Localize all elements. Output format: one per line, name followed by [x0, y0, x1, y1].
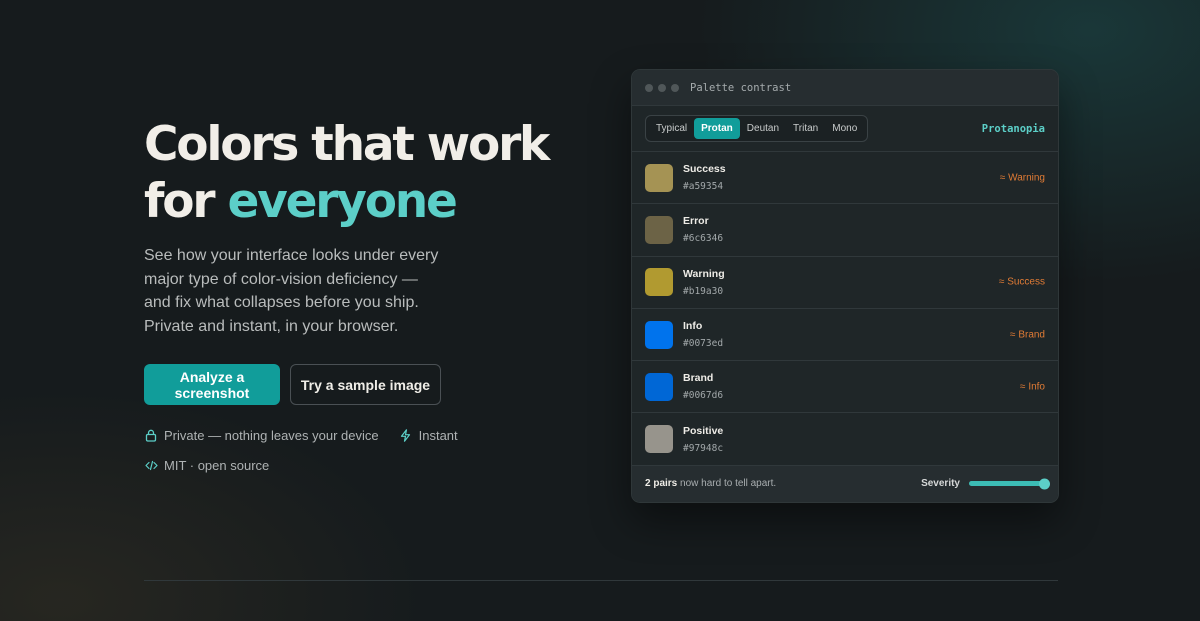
color-swatch: [645, 215, 673, 244]
feature-row: MIT · open source: [144, 457, 584, 473]
mode-tab-protan[interactable]: Protan: [694, 118, 740, 139]
panel-titlebar: Palette contrast: [632, 70, 1058, 106]
pairs-summary: 2 pairs now hard to tell apart.: [645, 478, 776, 489]
color-row-text: Info #0073ed: [683, 320, 723, 349]
color-hex: #6c6346: [683, 233, 724, 245]
color-swatch: [645, 372, 673, 401]
feature-instant-label: Instant: [418, 427, 458, 443]
severity-control: Severity: [921, 478, 1050, 490]
color-row: Success #a59354 ≈ Warning: [632, 152, 1058, 205]
severity-label: Severity: [921, 478, 960, 490]
feature-open-source-label: MIT · open source: [164, 457, 270, 473]
feature-list: Private — nothing leaves your device Ins…: [144, 427, 584, 473]
color-name: Warning: [683, 267, 725, 280]
feature-open-source: MIT · open source: [144, 458, 269, 473]
window-dot: [658, 83, 666, 92]
analyze-screenshot-button[interactable]: Analyze a screenshot: [144, 364, 280, 405]
feature-private: Private — nothing leaves your device: [144, 428, 379, 443]
hero-title-accent: everyone: [227, 174, 457, 229]
panel-toolbar: Typical Protan Deutan Tritan Mono Protan…: [632, 106, 1058, 152]
bolt-icon: [399, 428, 413, 442]
mode-tab-deutan[interactable]: Deutan: [740, 118, 786, 139]
color-swatch: [645, 268, 673, 297]
color-hex: #0067d6: [683, 390, 724, 402]
pairs-suffix: now hard to tell apart.: [677, 478, 777, 490]
color-hex: #97948c: [683, 442, 724, 454]
color-name: Info: [683, 320, 703, 333]
color-swatch: [645, 425, 673, 454]
panel-footer: 2 pairs now hard to tell apart. Severity: [632, 465, 1058, 502]
simulation-label: Protanopia: [981, 122, 1045, 135]
confusion-warning: ≈ Info: [1020, 381, 1045, 393]
hero-title-line2-prefix: for: [144, 174, 228, 229]
try-sample-image-button[interactable]: Try a sample image: [290, 364, 441, 405]
confusion-warning: ≈ Success: [998, 276, 1045, 288]
color-hex: #0073ed: [683, 338, 724, 350]
severity-slider-fill: [969, 481, 1045, 487]
mode-tab-typical[interactable]: Typical: [649, 118, 694, 139]
color-row: Error #6c6346: [632, 204, 1058, 257]
cta-row: Analyze a screenshot Try a sample image: [144, 364, 584, 405]
color-name: Success: [683, 163, 726, 176]
hero-section: Colors that work for everyone See how yo…: [144, 116, 584, 487]
color-hex: #a59354: [683, 181, 724, 193]
panel-title: Palette contrast: [690, 81, 792, 94]
color-row-text: Positive #97948c: [683, 425, 723, 454]
feature-instant: Instant: [399, 428, 458, 443]
confusion-warning: ≈ Warning: [999, 172, 1045, 184]
color-row-text: Warning #b19a30: [683, 268, 725, 297]
color-row: Warning #b19a30 ≈ Success: [632, 257, 1058, 309]
color-name: Error: [683, 215, 709, 228]
code-icon: [144, 460, 158, 471]
color-row: Brand #0067d6 ≈ Info: [632, 361, 1058, 414]
severity-slider-thumb[interactable]: [1038, 478, 1050, 490]
hero-description: See how your interface looks under every…: [144, 247, 439, 335]
hero-title-line1: Colors that work: [144, 117, 550, 172]
color-row-text: Success #a59354: [683, 163, 726, 192]
mode-tab-mono[interactable]: Mono: [825, 118, 864, 139]
color-swatch: [645, 163, 673, 192]
feature-row: Private — nothing leaves your device Ins…: [144, 427, 584, 443]
color-name: Positive: [683, 424, 724, 437]
mode-tab-tritan[interactable]: Tritan: [786, 118, 825, 139]
color-row-text: Error #6c6346: [683, 215, 723, 244]
color-name: Brand: [683, 372, 714, 385]
feature-private-label: Private — nothing leaves your device: [164, 427, 379, 443]
color-hex: #b19a30: [683, 285, 724, 297]
color-row: Info #0073ed ≈ Brand: [632, 309, 1058, 362]
window-dot: [645, 83, 653, 92]
color-swatch: [645, 320, 673, 349]
confusion-warning: ≈ Brand: [1010, 329, 1045, 341]
severity-slider[interactable]: [969, 478, 1050, 490]
color-row-text: Brand #0067d6: [683, 372, 723, 401]
section-divider: [144, 580, 1058, 581]
window-dot: [671, 83, 679, 92]
color-list: Success #a59354 ≈ Warning Error #6c6346 …: [632, 152, 1058, 466]
vision-mode-segmented-control: Typical Protan Deutan Tritan Mono: [645, 115, 869, 142]
color-row: Positive #97948c: [632, 413, 1058, 466]
lock-icon: [144, 429, 158, 442]
hero-title: Colors that work for everyone: [144, 116, 584, 230]
palette-contrast-panel: Palette contrast Typical Protan Deutan T…: [631, 69, 1059, 503]
pairs-count: 2 pairs: [645, 478, 678, 490]
